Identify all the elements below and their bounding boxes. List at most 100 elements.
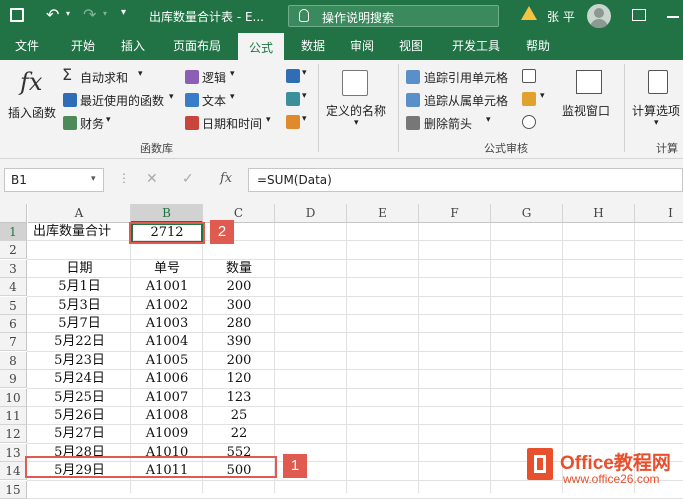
cell-quantity[interactable]: 25 bbox=[203, 407, 275, 425]
column-header-f[interactable]: F bbox=[419, 204, 491, 223]
undo-icon[interactable]: ↶ bbox=[46, 5, 59, 24]
row-header-7[interactable]: 7 bbox=[0, 333, 27, 352]
minimize-icon[interactable] bbox=[667, 16, 679, 18]
watch-window-button[interactable]: 监视窗口 bbox=[560, 66, 620, 132]
select-all-corner[interactable] bbox=[0, 204, 27, 223]
error-checking-icon[interactable] bbox=[522, 92, 536, 106]
cell-order-no[interactable]: A1004 bbox=[131, 333, 203, 351]
worksheet-grid[interactable]: ABCDEFGHI 1 2 3 4 5 6 7 8 9 10 11 12 13 14 15 出库数量合计 2… bbox=[0, 204, 683, 499]
tab-home[interactable]: 开始 bbox=[60, 33, 106, 60]
insert-function-button[interactable]: fx 插入函数 bbox=[4, 66, 60, 132]
calculation-options-button[interactable]: 计算选项 ▾ bbox=[630, 66, 683, 136]
tab-file[interactable]: 文件 bbox=[4, 33, 50, 60]
enter-icon[interactable]: ✓ bbox=[182, 171, 194, 187]
row-header-3[interactable]: 3 bbox=[0, 259, 27, 278]
row-header-12[interactable]: 12 bbox=[0, 425, 27, 444]
column-header-e[interactable]: E bbox=[347, 204, 419, 223]
cancel-icon[interactable]: ✕ bbox=[146, 171, 158, 187]
row-header-4[interactable]: 4 bbox=[0, 278, 27, 297]
cell-quantity[interactable]: 123 bbox=[203, 389, 275, 407]
row-header-6[interactable]: 6 bbox=[0, 315, 27, 333]
formula-input[interactable]: =SUM(Data) bbox=[248, 168, 683, 192]
row-header-14[interactable]: 14 bbox=[0, 462, 27, 481]
financial-button[interactable]: 财务 ▾ bbox=[62, 114, 182, 132]
cell-date[interactable]: 5月3日 bbox=[28, 297, 131, 315]
redo-dropdown-icon[interactable]: ▾ bbox=[103, 9, 107, 18]
lookup-reference-icon[interactable] bbox=[286, 69, 300, 83]
column-header-a[interactable]: A bbox=[28, 204, 131, 223]
tab-developer[interactable]: 开发工具 bbox=[440, 33, 512, 60]
tell-me-search[interactable]: 操作说明搜索 bbox=[288, 5, 499, 27]
redo-icon[interactable]: ↷ bbox=[83, 5, 96, 24]
avatar[interactable] bbox=[587, 4, 611, 28]
cell-a1[interactable]: 出库数量合计 bbox=[28, 223, 131, 241]
row-header-2[interactable]: 2 bbox=[0, 241, 27, 260]
remove-arrows-button[interactable]: 删除箭头 ▾ bbox=[406, 114, 516, 132]
cell-order-no[interactable]: A1006 bbox=[131, 370, 203, 388]
row-header-13[interactable]: 13 bbox=[0, 443, 27, 462]
text-functions-button[interactable]: 文本 ▾ bbox=[184, 91, 279, 109]
evaluate-formula-icon[interactable] bbox=[522, 115, 536, 129]
tab-formulas[interactable]: 公式 bbox=[238, 33, 284, 60]
row-header-10[interactable]: 10 bbox=[0, 388, 27, 407]
tab-help[interactable]: 帮助 bbox=[515, 33, 561, 60]
show-formulas-icon[interactable] bbox=[522, 69, 536, 83]
cell-date[interactable]: 5月22日 bbox=[28, 333, 131, 351]
cell-date[interactable]: 5月25日 bbox=[28, 389, 131, 407]
cell-quantity[interactable]: 390 bbox=[203, 333, 275, 351]
tab-view[interactable]: 视图 bbox=[388, 33, 434, 60]
header-date[interactable]: 日期 bbox=[28, 260, 131, 278]
chevron-down-icon[interactable]: ▾ bbox=[302, 114, 307, 124]
save-icon[interactable] bbox=[10, 8, 24, 22]
cell-quantity[interactable]: 22 bbox=[203, 425, 275, 443]
warning-icon[interactable] bbox=[521, 6, 537, 20]
undo-dropdown-icon[interactable]: ▾ bbox=[66, 9, 70, 18]
datetime-button[interactable]: 日期和时间 ▾ bbox=[184, 114, 279, 132]
cell-order-no[interactable]: A1009 bbox=[131, 425, 203, 443]
cell-quantity[interactable]: 300 bbox=[203, 297, 275, 315]
tab-review[interactable]: 审阅 bbox=[339, 33, 385, 60]
row-header-1[interactable]: 1 bbox=[0, 223, 27, 241]
tab-page-layout[interactable]: 页面布局 bbox=[164, 33, 230, 60]
chevron-down-icon[interactable]: ▾ bbox=[302, 91, 307, 101]
cell-quantity[interactable]: 200 bbox=[203, 278, 275, 296]
ribbon-display-options-icon[interactable] bbox=[632, 9, 646, 21]
row-header-11[interactable]: 11 bbox=[0, 407, 27, 425]
cell-order-no[interactable]: A1005 bbox=[131, 352, 203, 370]
cell-date[interactable]: 5月1日 bbox=[28, 278, 131, 296]
trace-dependents-button[interactable]: 追踪从属单元格 bbox=[406, 91, 516, 109]
cell-date[interactable]: 5月26日 bbox=[28, 407, 131, 425]
cell-date[interactable]: 5月27日 bbox=[28, 425, 131, 443]
cell-order-no[interactable]: A1002 bbox=[131, 297, 203, 315]
row-header-15[interactable]: 15 bbox=[0, 480, 27, 499]
cell-order-no[interactable]: A1007 bbox=[131, 389, 203, 407]
chevron-down-icon[interactable]: ▾ bbox=[540, 91, 545, 101]
cell-quantity[interactable]: 200 bbox=[203, 352, 275, 370]
user-name[interactable]: 张 平 bbox=[547, 8, 575, 25]
math-trig-icon[interactable] bbox=[286, 92, 300, 106]
chevron-down-icon[interactable]: ▾ bbox=[302, 68, 307, 78]
header-quantity[interactable]: 数量 bbox=[203, 260, 275, 278]
cell-date[interactable]: 5月23日 bbox=[28, 352, 131, 370]
column-header-b[interactable]: B bbox=[131, 204, 203, 223]
tab-insert[interactable]: 插入 bbox=[110, 33, 156, 60]
chevron-down-icon[interactable]: ▾ bbox=[91, 174, 96, 184]
insert-function-fx-icon[interactable]: fx bbox=[220, 171, 232, 186]
name-box[interactable]: B1 ▾ bbox=[4, 168, 104, 192]
column-header-g[interactable]: G bbox=[491, 204, 563, 223]
recent-functions-button[interactable]: 最近使用的函数 ▾ bbox=[62, 91, 182, 109]
trace-precedents-button[interactable]: 追踪引用单元格 bbox=[406, 68, 516, 86]
cell-date[interactable]: 5月7日 bbox=[28, 315, 131, 333]
customize-toolbar-icon[interactable]: ▾ bbox=[121, 7, 126, 18]
row-header-5[interactable]: 5 bbox=[0, 296, 27, 315]
more-functions-icon[interactable] bbox=[286, 115, 300, 129]
autosum-button[interactable]: Σ 自动求和 ▾ bbox=[62, 65, 182, 86]
cell-order-no[interactable]: A1003 bbox=[131, 315, 203, 333]
cell-quantity[interactable]: 120 bbox=[203, 370, 275, 388]
logical-button[interactable]: 逻辑 ▾ bbox=[184, 68, 279, 86]
row-header-9[interactable]: 9 bbox=[0, 370, 27, 389]
tab-data[interactable]: 数据 bbox=[290, 33, 336, 60]
cell-quantity[interactable]: 280 bbox=[203, 315, 275, 333]
cell-order-no[interactable]: A1001 bbox=[131, 278, 203, 296]
column-header-h[interactable]: H bbox=[563, 204, 635, 223]
